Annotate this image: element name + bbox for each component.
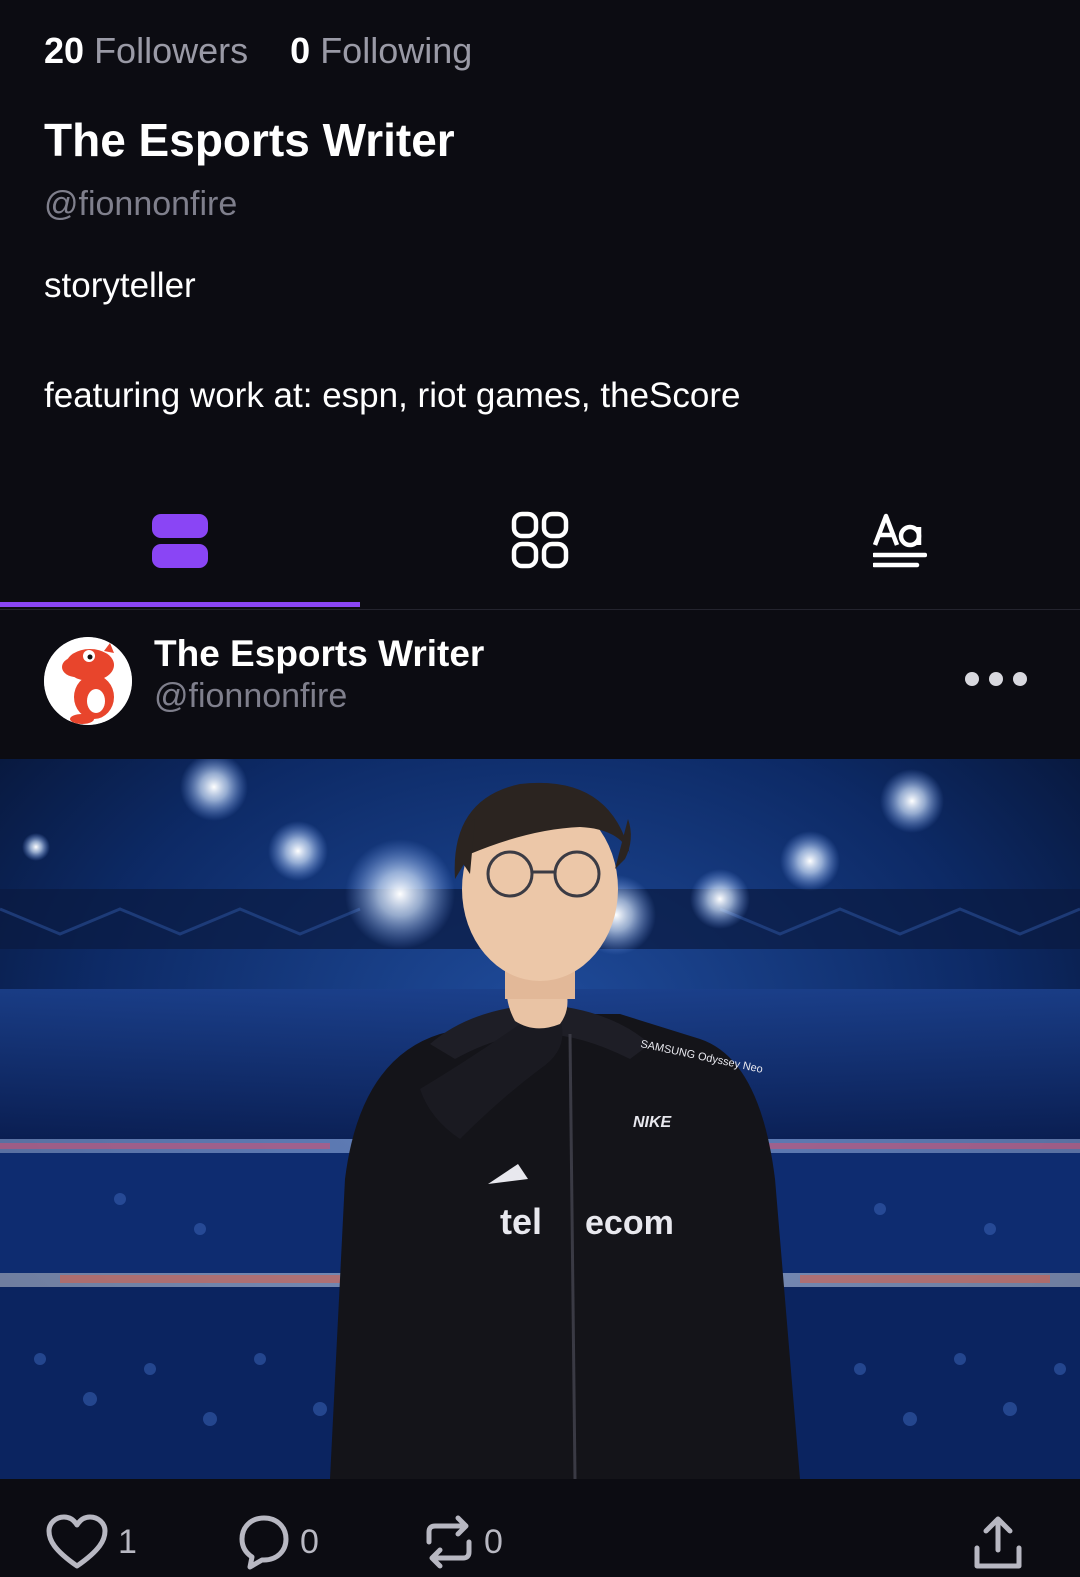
esports-player-photo: tel ecom NIKE SAMSUNG Odyssey Neo	[0, 759, 1080, 1479]
profile-handle: @fionnonfire	[44, 185, 238, 223]
profile-tabs	[0, 470, 1080, 610]
tab-grid[interactable]	[360, 470, 720, 609]
post-author-name[interactable]: The Esports Writer	[154, 633, 484, 675]
comment-count: 0	[300, 1522, 319, 1561]
like-count: 1	[118, 1522, 137, 1561]
tab-text[interactable]	[720, 470, 1080, 609]
post-author-handle[interactable]: @fionnonfire	[154, 677, 347, 716]
profile-bio-line-2: featuring work at: espn, riot games, the…	[44, 376, 741, 415]
tab-posts[interactable]	[0, 470, 360, 609]
followers-count: 20	[44, 30, 85, 71]
jersey-brand-text: NIKE	[633, 1114, 673, 1131]
more-options-icon[interactable]	[962, 666, 1038, 692]
jersey-text-right: ecom	[585, 1204, 674, 1242]
post-actions: 1 0 0	[0, 1500, 1080, 1577]
text-posts-icon	[873, 513, 927, 567]
grid-icon	[511, 511, 569, 568]
repost-icon	[426, 1515, 472, 1569]
profile-bio-line-1: storyteller	[44, 266, 196, 305]
posts-list-icon	[152, 513, 208, 568]
following-link[interactable]: 0 Following	[290, 30, 472, 71]
active-tab-indicator	[0, 602, 360, 607]
followers-label: Followers	[94, 30, 249, 71]
follow-stats: 20 Followers 0 Following	[44, 30, 472, 72]
like-button[interactable]: 1	[46, 1512, 137, 1572]
following-count: 0	[290, 30, 311, 71]
comment-button[interactable]: 0	[238, 1512, 319, 1572]
repost-button[interactable]: 0	[424, 1512, 503, 1572]
post-image[interactable]: tel ecom NIKE SAMSUNG Odyssey Neo	[0, 759, 1080, 1479]
followers-link[interactable]: 20 Followers	[44, 30, 258, 71]
comment-bubble-icon	[239, 1515, 289, 1570]
post-header: The Esports Writer @fionnonfire	[0, 611, 1080, 759]
repost-count: 0	[484, 1522, 503, 1561]
heart-icon	[46, 1514, 108, 1569]
profile-display-name: The Esports Writer	[44, 114, 455, 166]
share-icon	[974, 1516, 1022, 1569]
jersey-text-left: tel	[500, 1201, 542, 1242]
author-avatar[interactable]	[44, 637, 132, 725]
red-cartoon-character-avatar-icon	[44, 637, 132, 725]
following-label: Following	[320, 30, 473, 71]
share-button[interactable]	[972, 1512, 1024, 1572]
